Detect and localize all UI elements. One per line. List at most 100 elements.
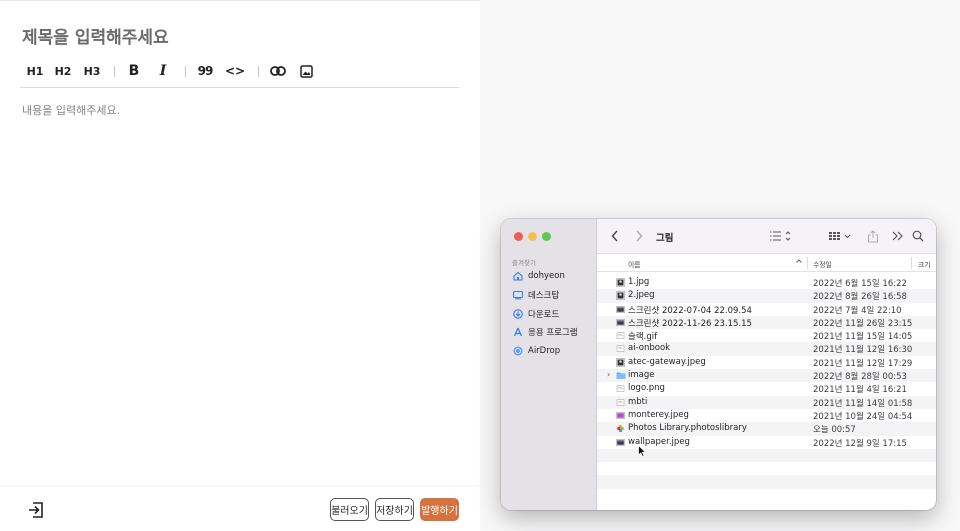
file-row[interactable]: monterey.jpeg 2021년 10월 24일 04:54 — [597, 409, 936, 422]
empty-row — [597, 475, 936, 489]
image-button[interactable] — [293, 60, 319, 82]
folder-title: 그림 — [656, 233, 674, 244]
toolbar-divider — [185, 65, 186, 77]
file-icon — [616, 305, 625, 314]
file-list: 1.jpg 2022년 6월 15일 16:22 2.jpeg 2022년 8월 26… — [597, 276, 936, 489]
sort-chevron-up-icon[interactable] — [795, 257, 803, 267]
favorites-label: 즐겨찾기 — [512, 259, 536, 267]
minimize-window-button[interactable] — [528, 232, 537, 241]
forward-button[interactable] — [635, 229, 643, 243]
file-name: 스크린샷 2022-11-26 23.15.15 — [628, 318, 752, 329]
file-row[interactable]: Photos Library.photoslibrary 오늘 00:57 — [597, 422, 936, 436]
column-name[interactable]: 이름 — [628, 259, 641, 269]
file-date: 2021년 10월 24일 04:54 — [813, 411, 913, 422]
bold-button[interactable]: B — [123, 60, 145, 82]
file-row[interactable]: ai-onbook 2021년 11월 12일 16:30 — [597, 342, 936, 356]
column-divider[interactable] — [911, 257, 912, 269]
sidebar-item-desktop[interactable]: 데스크탑 — [512, 288, 559, 302]
editor-footer: 불러오기 저장하기 발행하기 — [0, 487, 480, 531]
share-button[interactable] — [867, 229, 879, 243]
exit-button[interactable] — [27, 501, 45, 519]
link-icon — [270, 66, 286, 76]
file-row[interactable]: atec-gateway.jpeg 2021년 11월 12일 17:29 — [597, 356, 936, 369]
applications-icon — [512, 327, 523, 338]
publish-button[interactable]: 발행하기 — [420, 498, 459, 521]
double-chevron-right-icon — [892, 231, 903, 241]
file-name: 2.jpeg — [628, 290, 655, 301]
file-row[interactable]: 스크린샷 2022-07-04 22.09.54 2022년 7월 4일 22:1… — [597, 303, 936, 316]
file-name: mbti — [628, 396, 648, 407]
load-button[interactable]: 불러오기 — [330, 498, 369, 521]
search-button[interactable] — [912, 229, 924, 243]
sidebar-item-label: 데스크탑 — [528, 291, 560, 301]
file-date: 2022년 12월 9일 17:15 — [813, 438, 907, 449]
home-icon — [512, 271, 523, 282]
close-window-button[interactable] — [514, 232, 523, 241]
more-button[interactable] — [892, 229, 903, 243]
finder-toolbar: 그림 — [597, 219, 936, 254]
file-name: Photos Library.photoslibrary — [628, 423, 747, 434]
finder-window: 즐겨찾기 dohyeon 데스크탑 다운로드 응용 프로그램 AirDrop 그… — [501, 219, 936, 510]
download-icon — [512, 309, 523, 320]
desktop-icon — [512, 290, 523, 301]
content-input[interactable]: 내용을 입력해주세요. — [22, 102, 120, 118]
file-row[interactable]: wallpaper.jpeg 2022년 12월 9일 17:15 — [597, 436, 936, 449]
heading2-button[interactable]: H2 — [48, 60, 78, 82]
file-row[interactable]: 슬랙.gif 2021년 11월 15일 14:05 — [597, 329, 936, 342]
column-modified[interactable]: 수정일 — [813, 259, 832, 269]
editor-toolbar: H1 H2 H3 B I 99 <> — [20, 59, 459, 88]
chevron-left-icon — [611, 230, 618, 242]
heading1-button[interactable]: H1 — [22, 60, 48, 82]
file-name: monterey.jpeg — [628, 409, 689, 420]
file-row[interactable]: 스크린샷 2022-11-26 23.15.15 2022년 11월 26일 23… — [597, 315, 936, 330]
toolbar-divider — [258, 65, 259, 77]
sidebar-item-airdrop[interactable]: AirDrop — [512, 344, 560, 358]
file-name: 1.jpg — [628, 277, 650, 287]
file-date: 2021년 11월 15일 14:05 — [813, 332, 913, 343]
file-icon — [616, 278, 625, 287]
disclosure-chevron-icon[interactable]: › — [607, 370, 610, 379]
sidebar-item-applications[interactable]: 응용 프로그램 — [512, 325, 578, 339]
back-button[interactable] — [611, 229, 619, 243]
file-name: image — [628, 370, 655, 381]
group-button[interactable] — [828, 229, 854, 243]
file-icon — [616, 357, 625, 367]
file-date: 2022년 11월 26일 23:15 — [813, 318, 913, 329]
sidebar-item-downloads[interactable]: 다운로드 — [512, 307, 559, 321]
file-row[interactable]: logo.png 2021년 11월 4일 16:21 — [597, 382, 936, 395]
file-name: logo.png — [628, 383, 665, 394]
column-header: 이름 수정일 크기 — [597, 254, 936, 272]
link-button[interactable] — [267, 60, 289, 82]
airdrop-icon — [512, 346, 523, 357]
file-icon — [616, 411, 625, 420]
grid-view-icon — [829, 232, 851, 240]
italic-button[interactable]: I — [149, 60, 177, 82]
column-size[interactable]: 크기 — [918, 259, 931, 269]
file-date: 2021년 11월 14일 01:58 — [813, 398, 913, 409]
empty-row — [597, 462, 936, 475]
file-icon — [616, 424, 625, 433]
title-input[interactable]: 제목을 입력해주세요 — [22, 23, 169, 48]
code-button[interactable]: <> — [220, 60, 250, 82]
heading3-button[interactable]: H3 — [78, 60, 106, 82]
file-row[interactable]: 2.jpeg 2022년 8월 26일 16:58 — [597, 289, 936, 303]
editor-panel: 제목을 입력해주세요 H1 H2 H3 B I 99 <> 내용을 입력해주세요… — [0, 0, 480, 531]
image-icon — [299, 64, 313, 78]
file-date: 오늘 00:57 — [813, 425, 856, 436]
file-row[interactable]: 1.jpg 2022년 6월 15일 16:22 — [597, 276, 936, 289]
file-row[interactable]: mbti 2021년 11월 14일 01:58 — [597, 395, 936, 409]
search-icon — [912, 230, 924, 242]
exit-icon — [29, 502, 43, 518]
sidebar-item-home[interactable]: dohyeon — [512, 269, 565, 283]
column-divider[interactable] — [807, 257, 808, 269]
zoom-window-button[interactable] — [542, 232, 551, 241]
list-view-button[interactable] — [769, 229, 793, 243]
toolbar-divider — [114, 65, 115, 77]
save-button[interactable]: 저장하기 — [375, 498, 414, 521]
file-icon — [616, 318, 625, 327]
quote-button[interactable]: 99 — [194, 60, 216, 82]
folder-row[interactable]: › image 2022년 8월 28일 00:53 — [597, 369, 936, 383]
file-name: 슬랙.gif — [628, 332, 658, 343]
file-icon — [616, 398, 625, 407]
file-icon — [616, 384, 625, 393]
